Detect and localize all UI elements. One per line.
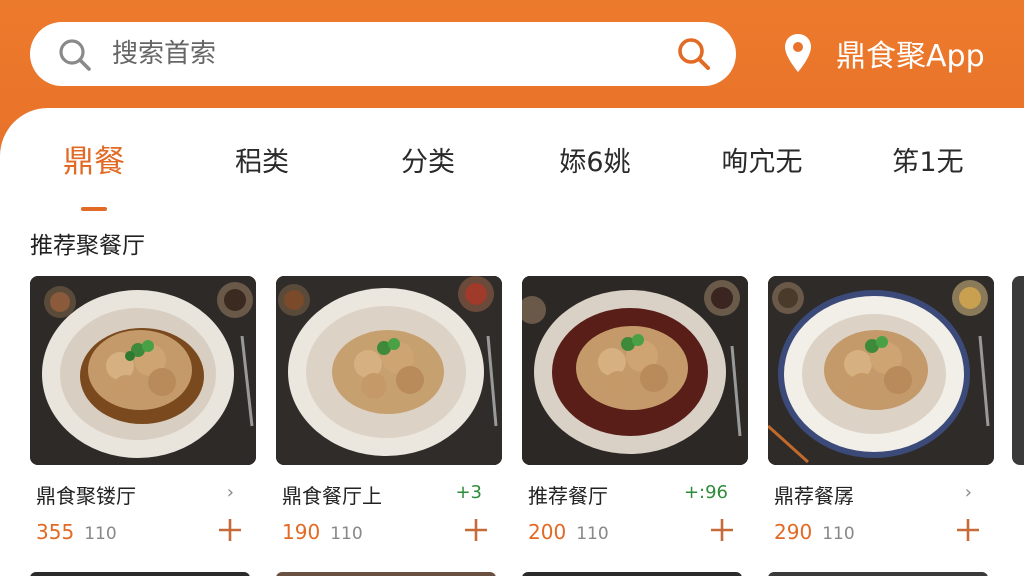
tab-6[interactable]: 笫1无: [858, 140, 998, 179]
search-submit-icon[interactable]: [676, 36, 712, 72]
next-row-card: [30, 572, 250, 576]
restaurant-card[interactable]: 鼎食聚镂厅 › 355 110: [30, 276, 256, 546]
tab-4[interactable]: 婖6姚: [525, 140, 665, 179]
restaurant-name: 鼎荐餐孱: [774, 484, 854, 508]
next-row-card: [522, 572, 742, 576]
active-tab-indicator: [81, 207, 107, 211]
restaurant-card-list: 鼎食聚镂厅 › 355 110 鼎食餐厅上 +3 190 110 推荐餐厅 +:…: [0, 276, 1024, 576]
section-title: 推荐聚餐厅: [30, 233, 145, 259]
plus-icon[interactable]: [216, 516, 244, 544]
price-unit: 110: [576, 524, 609, 544]
price-value: 200: [528, 520, 567, 544]
price-unit: 110: [822, 524, 855, 544]
price: 190 110: [282, 520, 363, 544]
tab-3[interactable]: 分类: [358, 140, 498, 179]
plus-icon[interactable]: [954, 516, 982, 544]
search-input[interactable]: [112, 34, 672, 74]
app-name: 鼎食聚App: [836, 39, 985, 74]
chevron-right-icon[interactable]: ›: [227, 482, 234, 503]
search-bar[interactable]: [30, 22, 736, 86]
plus-icon[interactable]: [708, 516, 736, 544]
tab-1[interactable]: 鼎餐: [24, 136, 164, 181]
restaurant-name: 推荐餐厅: [528, 484, 608, 508]
restaurant-card[interactable]: 鼎荐餐孱 › 290 110: [768, 276, 994, 546]
restaurant-card[interactable]: 鼎食餐厅上 +3 190 110: [276, 276, 502, 546]
tab-5[interactable]: 咰宂无: [692, 140, 832, 179]
category-tabs: 鼎餐 稆类 分类 婖6姚 咰宂无 笫1无: [0, 132, 1024, 211]
tab-2[interactable]: 稆类: [192, 140, 332, 179]
chevron-right-icon[interactable]: ›: [965, 482, 972, 503]
price-value: 355: [36, 520, 75, 544]
location-selector[interactable]: 鼎食聚App: [782, 30, 985, 76]
price: 200 110: [528, 520, 609, 544]
price-unit: 110: [84, 524, 117, 544]
price-value: 190: [282, 520, 321, 544]
location-pin-icon: [785, 34, 811, 72]
restaurant-name: 鼎食餐厅上: [282, 484, 382, 508]
restaurant-card[interactable]: 推荐餐厅 +:96 200 110: [522, 276, 748, 546]
next-row-card: [768, 572, 988, 576]
dish-image: [522, 276, 748, 465]
restaurant-name: 鼎食聚镂厅: [36, 484, 136, 508]
next-row-card: [276, 572, 496, 576]
next-card-peek[interactable]: [1012, 276, 1024, 465]
price: 355 110: [36, 520, 117, 544]
search-icon: [59, 39, 91, 71]
price: 290 110: [774, 520, 855, 544]
dish-image: [276, 276, 502, 465]
plus-icon[interactable]: [462, 516, 490, 544]
count-badge: +3: [455, 482, 482, 503]
dish-image: [768, 276, 994, 465]
main-content: 鼎餐 稆类 分类 婖6姚 咰宂无 笫1无 推荐聚餐厅 鼎食聚镂厅 › 355 1…: [0, 108, 1024, 576]
price-value: 290: [774, 520, 813, 544]
dish-image: [30, 276, 256, 465]
price-unit: 110: [330, 524, 363, 544]
count-badge: +:96: [683, 482, 728, 503]
